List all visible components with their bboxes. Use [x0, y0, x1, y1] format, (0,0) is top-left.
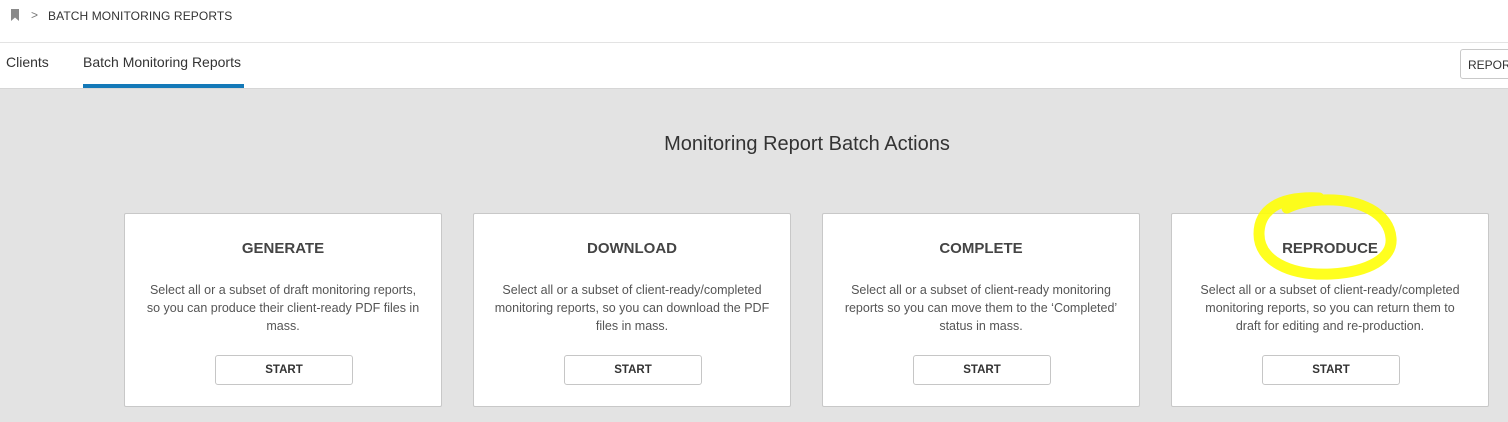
card-title: GENERATE: [241, 240, 325, 257]
complete-start-button[interactable]: START: [913, 355, 1051, 385]
highlight-circle-annotation: [1253, 192, 1397, 280]
download-start-button[interactable]: START: [564, 355, 702, 385]
bookmark-icon[interactable]: [10, 9, 20, 21]
card-description: Select all or a subset of client-ready m…: [844, 283, 1118, 333]
card-title: DOWNLOAD: [587, 240, 677, 257]
active-tab-indicator: [83, 84, 244, 88]
page-title: Monitoring Report Batch Actions: [664, 133, 950, 155]
tab-bar: Clients Batch Monitoring Reports REPORT: [0, 43, 1508, 89]
generate-start-button[interactable]: START: [215, 355, 353, 385]
tab-clients-label: Clients: [6, 54, 49, 70]
tab-clients[interactable]: Clients: [6, 43, 49, 88]
breadcrumb-current: BATCH MONITORING REPORTS: [48, 9, 233, 23]
complete-card: COMPLETE Select all or a subset of clien…: [822, 213, 1140, 407]
generate-card: GENERATE Select all or a subset of draft…: [124, 213, 442, 407]
card-description: Select all or a subset of client-ready/c…: [494, 283, 770, 333]
card-description: Select all or a subset of client-ready/c…: [1200, 283, 1460, 333]
breadcrumb-separator: >: [31, 8, 39, 22]
reproduce-start-button[interactable]: START: [1262, 355, 1400, 385]
download-card: DOWNLOAD Select all or a subset of clien…: [473, 213, 791, 407]
tab-batch-monitoring-reports[interactable]: Batch Monitoring Reports: [83, 43, 244, 88]
report-button[interactable]: REPORT: [1460, 49, 1508, 79]
card-title: COMPLETE: [939, 240, 1023, 257]
tab-batch-label: Batch Monitoring Reports: [83, 54, 241, 70]
card-description: Select all or a subset of draft monitori…: [146, 283, 420, 333]
breadcrumb-bar: > BATCH MONITORING REPORTS: [0, 0, 1508, 43]
